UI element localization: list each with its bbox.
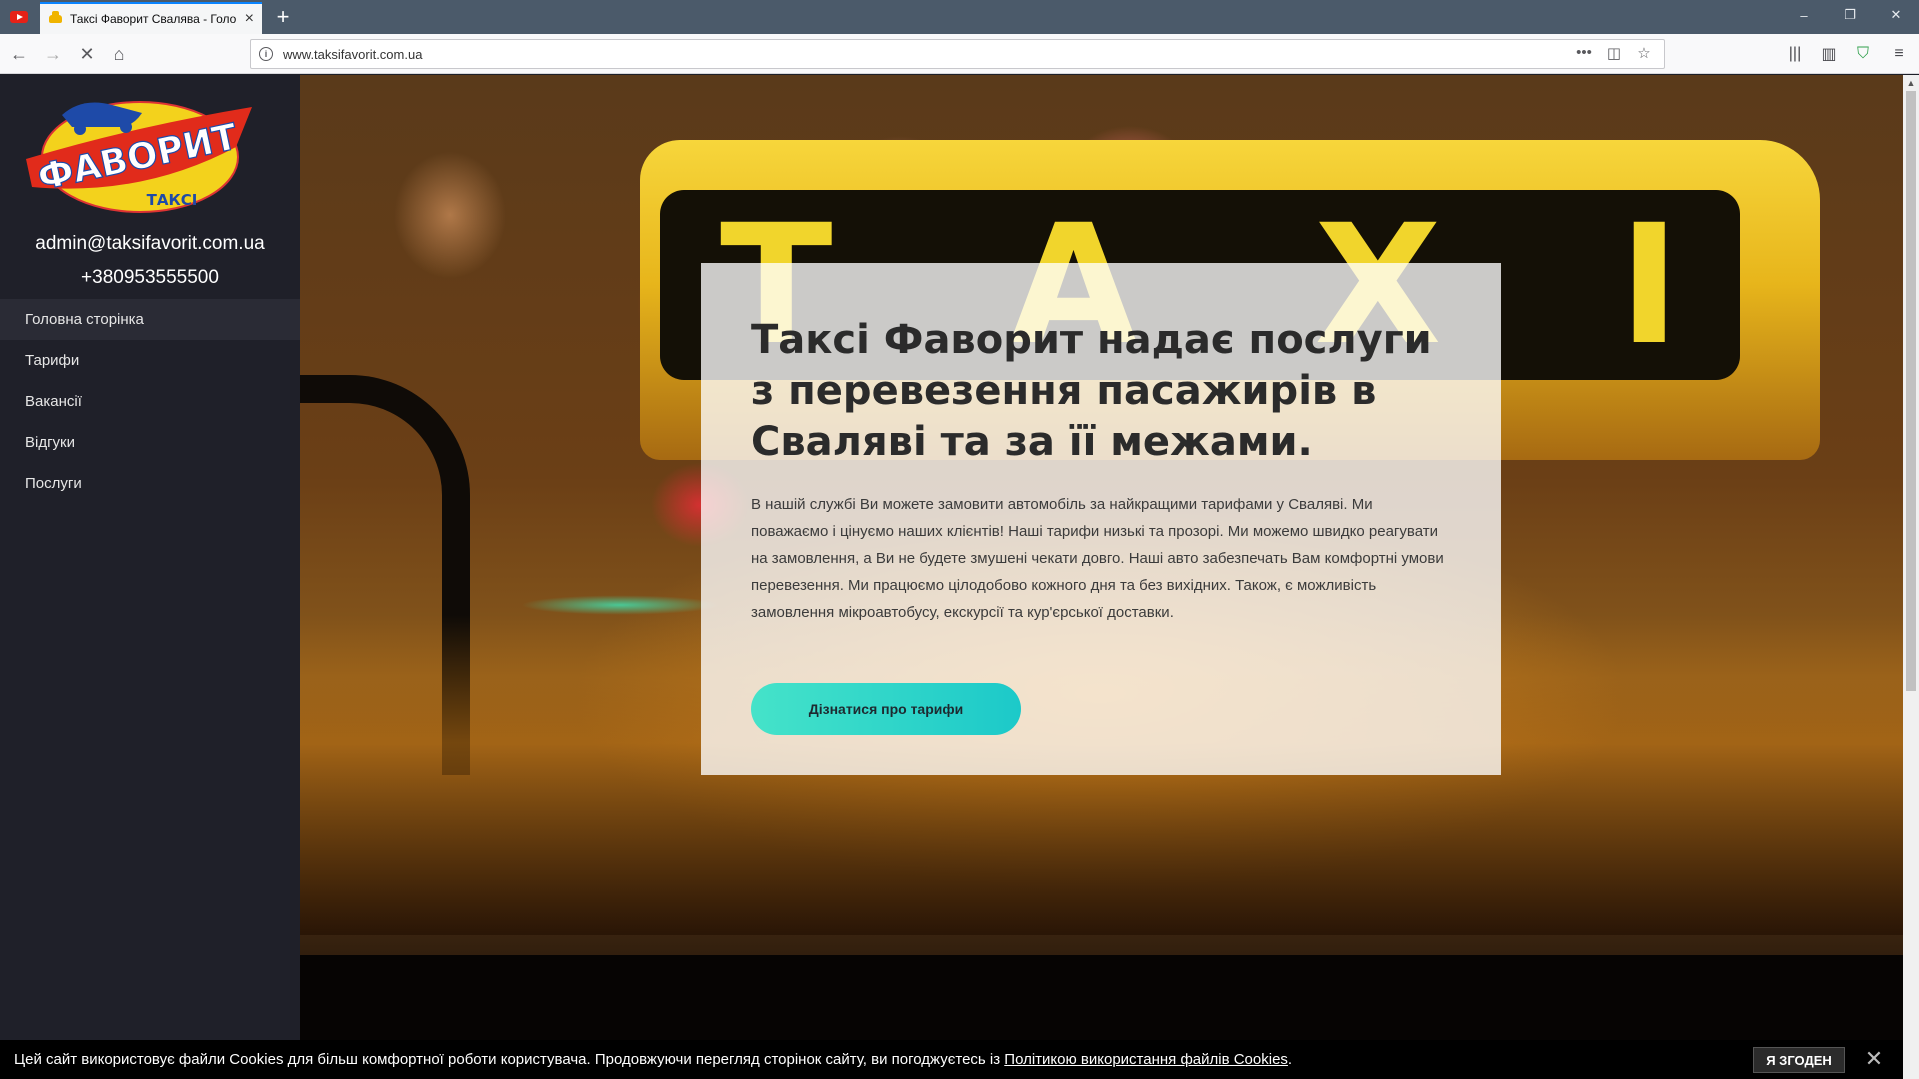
url-text: www.taksifavorit.com.ua	[283, 46, 423, 62]
cookie-text-before: Цей сайт використовує файли Cookies для …	[14, 1051, 1005, 1068]
tab-close-icon[interactable]: ×	[245, 11, 254, 27]
taxi-favicon-icon	[48, 11, 62, 26]
contact-email[interactable]: admin@taksifavorit.com.ua	[0, 233, 300, 255]
address-bar[interactable]: i www.taksifavorit.com.ua ••• ◫ ☆	[250, 39, 1665, 69]
menu-hamburger-icon[interactable]: ≡	[1886, 41, 1912, 67]
forward-arrow-icon[interactable]: →	[40, 41, 66, 67]
view-tariffs-button[interactable]: Дізнатися про тарифи	[751, 683, 1021, 735]
site-info-icon[interactable]: i	[259, 47, 273, 61]
cookie-agree-button[interactable]: Я ЗГОДЕН	[1753, 1047, 1845, 1073]
browser-tab-bar: Таксі Фаворит Свалява - Голо × + – ❐ ✕	[0, 0, 1919, 34]
hero-section: TAXI Таксі Фаворит надає послуги з перев…	[300, 75, 1903, 1079]
tab-title: Таксі Фаворит Свалява - Голо	[70, 12, 237, 26]
sidebar-item-vacancies[interactable]: Вакансії	[0, 381, 300, 422]
cookie-message: Цей сайт використовує файли Cookies для …	[14, 1051, 1292, 1068]
favorit-logo[interactable]: ФАВОРИТ ТАКСІ	[22, 87, 258, 217]
sidebar-toggle-icon[interactable]: ▥	[1816, 41, 1842, 67]
hero-title: Таксі Фаворит надає послуги з перевезенн…	[751, 317, 1432, 465]
extension-shield-icon[interactable]: ⛉	[1850, 41, 1876, 67]
scroll-up-icon[interactable]: ▲	[1903, 75, 1919, 91]
pinned-tab-youtube[interactable]	[0, 0, 38, 34]
sidebar-menu: Головна сторінка Тарифи Вакансії Відгуки…	[0, 299, 300, 504]
cookie-text-after: .	[1287, 1051, 1293, 1068]
browser-nav-bar: ← → ✕ ⌂ i www.taksifavorit.com.ua ••• ◫ …	[0, 34, 1919, 74]
active-tab[interactable]: Таксі Фаворит Свалява - Голо ×	[40, 2, 262, 34]
cookie-close-icon[interactable]: ✕	[1862, 1046, 1886, 1072]
sidebar-item-tariffs[interactable]: Тарифи	[0, 340, 300, 381]
close-window-button[interactable]: ✕	[1873, 0, 1919, 30]
bookmark-star-icon[interactable]: ☆	[1634, 44, 1654, 62]
cookie-consent-bar: Цей сайт використовує файли Cookies для …	[0, 1040, 1903, 1079]
hero-description: В нашій службі Ви можете замовити автомо…	[751, 496, 1444, 621]
pocket-icon[interactable]: ◫	[1604, 44, 1624, 62]
sidebar-item-reviews[interactable]: Відгуки	[0, 422, 300, 463]
sidebar-item-home[interactable]: Головна сторінка	[0, 299, 300, 340]
taxi-sign-letter: I	[1618, 189, 1720, 381]
minimize-button[interactable]: –	[1781, 0, 1827, 30]
stop-loading-icon[interactable]: ✕	[74, 41, 100, 67]
back-arrow-icon[interactable]: ←	[6, 41, 32, 67]
sidebar: ФАВОРИТ ТАКСІ admin@taksifavorit.com.ua …	[0, 75, 300, 1079]
window-controls: – ❐ ✕	[1781, 0, 1919, 30]
logo-sub-text: ТАКСІ	[147, 191, 198, 209]
scrollbar-thumb[interactable]	[1906, 91, 1916, 691]
url-actions: ••• ◫ ☆	[1574, 44, 1654, 62]
youtube-icon	[10, 11, 28, 23]
contact-phone[interactable]: +380953555500	[0, 267, 300, 289]
page: ФАВОРИТ ТАКСІ admin@taksifavorit.com.ua …	[0, 75, 1919, 1079]
page-scrollbar[interactable]: ▲	[1903, 75, 1919, 1079]
sidebar-item-services[interactable]: Послуги	[0, 463, 300, 504]
home-icon[interactable]: ⌂	[106, 41, 132, 67]
cookie-policy-link[interactable]: Політикою використання файлів Cookies	[1004, 1051, 1288, 1068]
new-tab-button[interactable]: +	[270, 4, 296, 30]
library-icon[interactable]: |||	[1782, 41, 1808, 67]
restore-button[interactable]: ❐	[1827, 0, 1873, 30]
hero-content-card: Таксі Фаворит надає послуги з перевезенн…	[701, 263, 1501, 775]
page-actions-icon[interactable]: •••	[1574, 44, 1594, 62]
